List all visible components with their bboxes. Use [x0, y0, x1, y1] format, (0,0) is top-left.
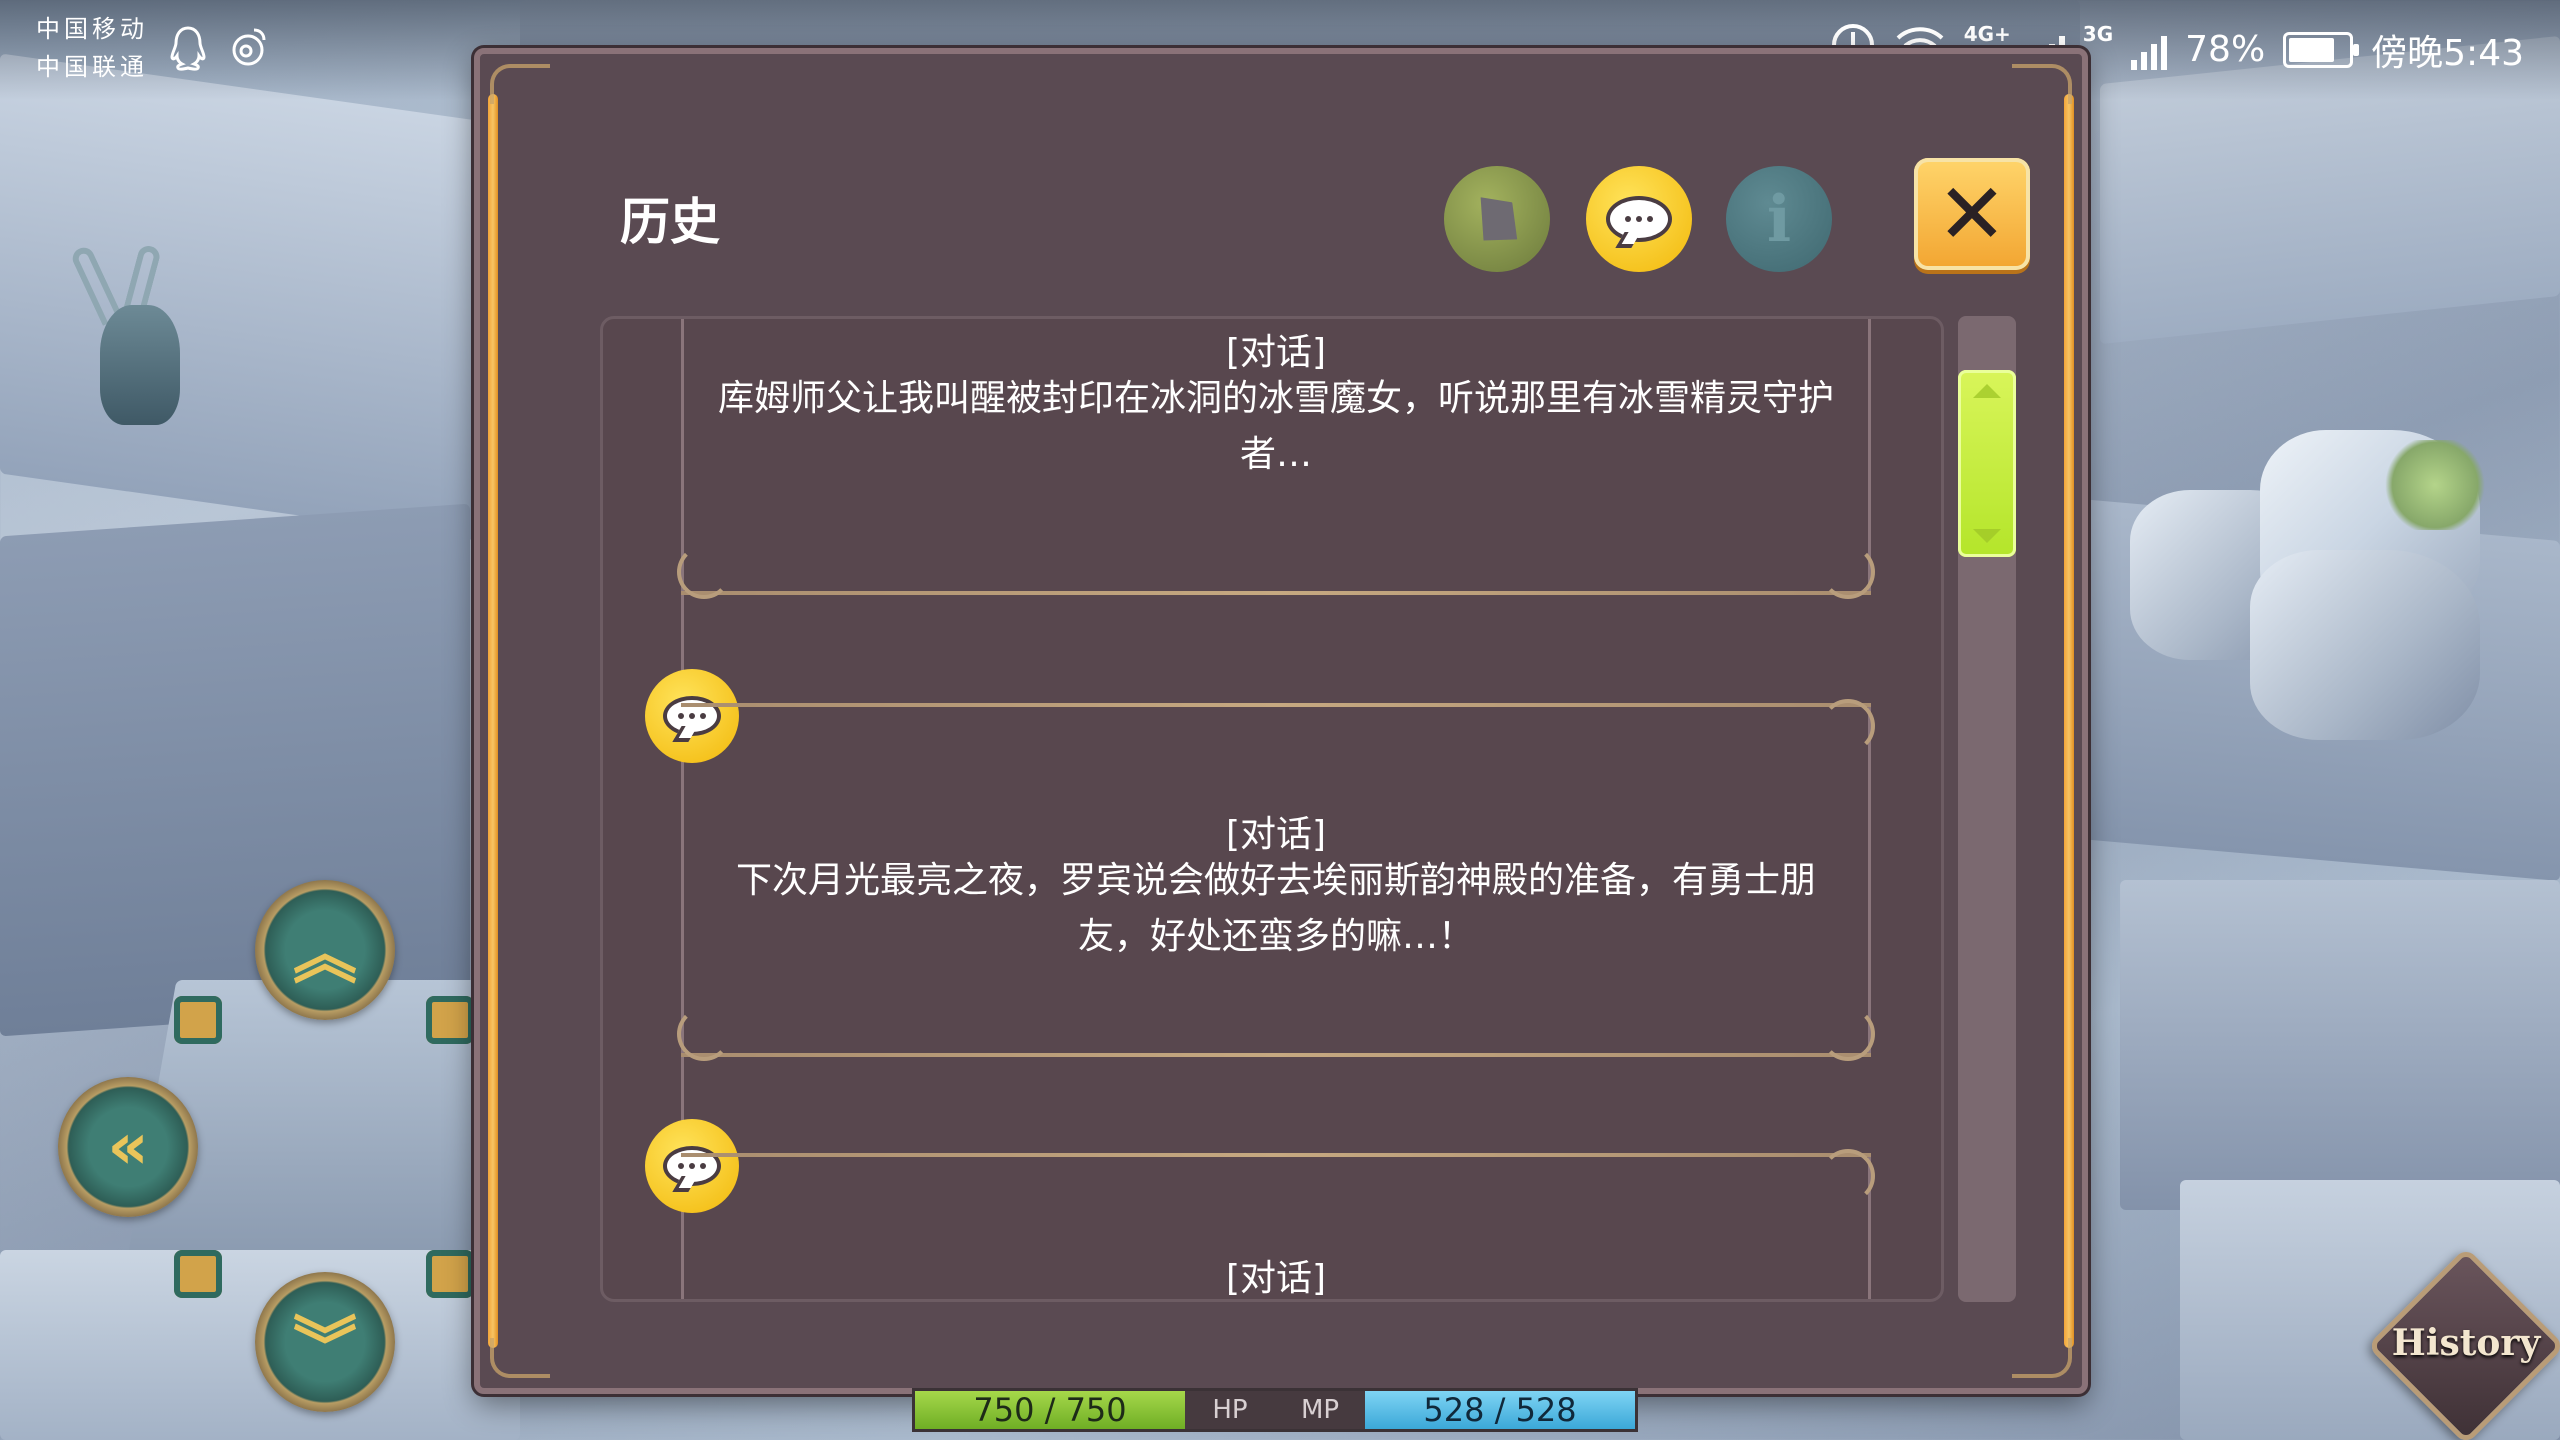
network-type-2: 3G	[2082, 22, 2114, 46]
clock: 傍晚5:43	[2371, 32, 2524, 74]
arrow-down-icon	[1973, 529, 2001, 543]
entry-tag: [对话]	[1225, 814, 1327, 855]
carrier-2: 中国联通	[36, 53, 148, 81]
panel-rail-right	[2064, 94, 2074, 1348]
history-entry: [对话] 库姆师父让我叫醒被封印在冰洞的冰雪魔女，听说那里有冰雪精灵守护者…	[677, 319, 1875, 599]
mp-label: MP	[1275, 1391, 1365, 1429]
carrier-labels: 中国移动 中国联通	[36, 10, 148, 86]
weibo-icon	[226, 24, 270, 76]
history-panel: 历史 i ✕ [对话] 库姆师父让我叫醒被封印在冰洞的冰雪魔女，听说那里有冰雪精…	[474, 48, 2088, 1394]
dpad-diagonal-upright[interactable]	[426, 996, 474, 1044]
entry-text: 下次月光最亮之夜，罗宾说会做好去埃丽斯韵神殿的准备，有勇士朋友，好处还蛮多的嘛……	[735, 860, 1816, 957]
flourish-ornament	[1821, 1007, 1875, 1061]
ice-block	[2120, 880, 2560, 1210]
close-button[interactable]: ✕	[1914, 158, 2030, 270]
tab-notes[interactable]	[1444, 166, 1550, 272]
network-type-1: 4G+	[1963, 22, 2011, 46]
ice-rabbit-creature	[69, 243, 210, 435]
chevron-left-icon: «	[107, 1110, 149, 1184]
hp-mp-bar: 750 / 750 HP MP 528 / 528	[912, 1388, 1638, 1432]
dpad-down-button[interactable]: ︾	[255, 1272, 395, 1412]
panel-ornament	[2012, 1338, 2072, 1378]
scrollbar-track[interactable]	[1958, 316, 2016, 1302]
flourish-ornament	[677, 545, 731, 599]
battery-fill	[2289, 37, 2335, 62]
battery-icon	[2283, 31, 2360, 68]
panel-ornament	[2012, 64, 2072, 104]
signal-icon	[2131, 30, 2168, 70]
speech-bubble-icon	[1606, 196, 1672, 242]
flourish-ornament	[1821, 699, 1875, 753]
chevron-up-icon: ︽	[293, 919, 357, 993]
history-entry: [对话]	[681, 1149, 1875, 1299]
flourish-ornament	[1821, 545, 1875, 599]
dpad-left-button[interactable]: «	[58, 1077, 198, 1217]
tab-dialogue[interactable]	[1586, 166, 1692, 272]
panel-title: 历史	[620, 193, 720, 251]
close-icon: ✕	[1936, 165, 2008, 263]
entry-tag: [对话]	[1225, 1258, 1327, 1299]
panel-rail-left	[488, 94, 498, 1348]
hp-label: HP	[1185, 1391, 1275, 1429]
history-log[interactable]: [对话] 库姆师父让我叫醒被封印在冰洞的冰雪魔女，听说那里有冰雪精灵守护者… […	[600, 316, 1944, 1302]
dpad-diagonal-downright[interactable]	[426, 1250, 474, 1298]
qq-icon	[168, 24, 208, 80]
flourish-ornament	[677, 1007, 731, 1061]
arrow-up-icon	[1973, 384, 2001, 398]
flourish-ornament	[1821, 1149, 1875, 1203]
hp-value: 750 / 750	[915, 1391, 1185, 1429]
ice-crystal-rock	[2130, 400, 2530, 740]
history-button-label[interactable]: History	[2366, 1322, 2560, 1364]
info-icon: i	[1766, 181, 1792, 257]
mp-value: 528 / 528	[1365, 1391, 1635, 1429]
panel-ornament	[490, 64, 550, 104]
battery-percent: 78%	[2185, 29, 2266, 70]
entry-divider	[681, 1053, 1871, 1057]
entry-divider	[681, 591, 1871, 595]
dpad-diagonal-upleft[interactable]	[174, 996, 222, 1044]
carrier-1: 中国移动	[36, 15, 148, 43]
pen-icon	[1469, 188, 1524, 251]
entry-divider	[681, 1153, 1871, 1157]
dpad-up-button[interactable]: ︽	[255, 880, 395, 1020]
entry-divider	[681, 703, 1871, 707]
chevron-down-icon: ︾	[293, 1311, 357, 1385]
entry-text: 库姆师父让我叫醒被封印在冰洞的冰雪魔女，听说那里有冰雪精灵守护者…	[717, 378, 1834, 475]
dpad-diagonal-downleft[interactable]	[174, 1250, 222, 1298]
ice-block	[0, 503, 470, 1037]
panel-ornament	[490, 1338, 550, 1378]
entry-tag: [对话]	[1225, 332, 1327, 373]
scrollbar-thumb[interactable]	[1958, 370, 2016, 557]
history-entry: [对话] 下次月光最亮之夜，罗宾说会做好去埃丽斯韵神殿的准备，有勇士朋友，好处还…	[677, 699, 1875, 1061]
tab-info[interactable]: i	[1726, 166, 1832, 272]
